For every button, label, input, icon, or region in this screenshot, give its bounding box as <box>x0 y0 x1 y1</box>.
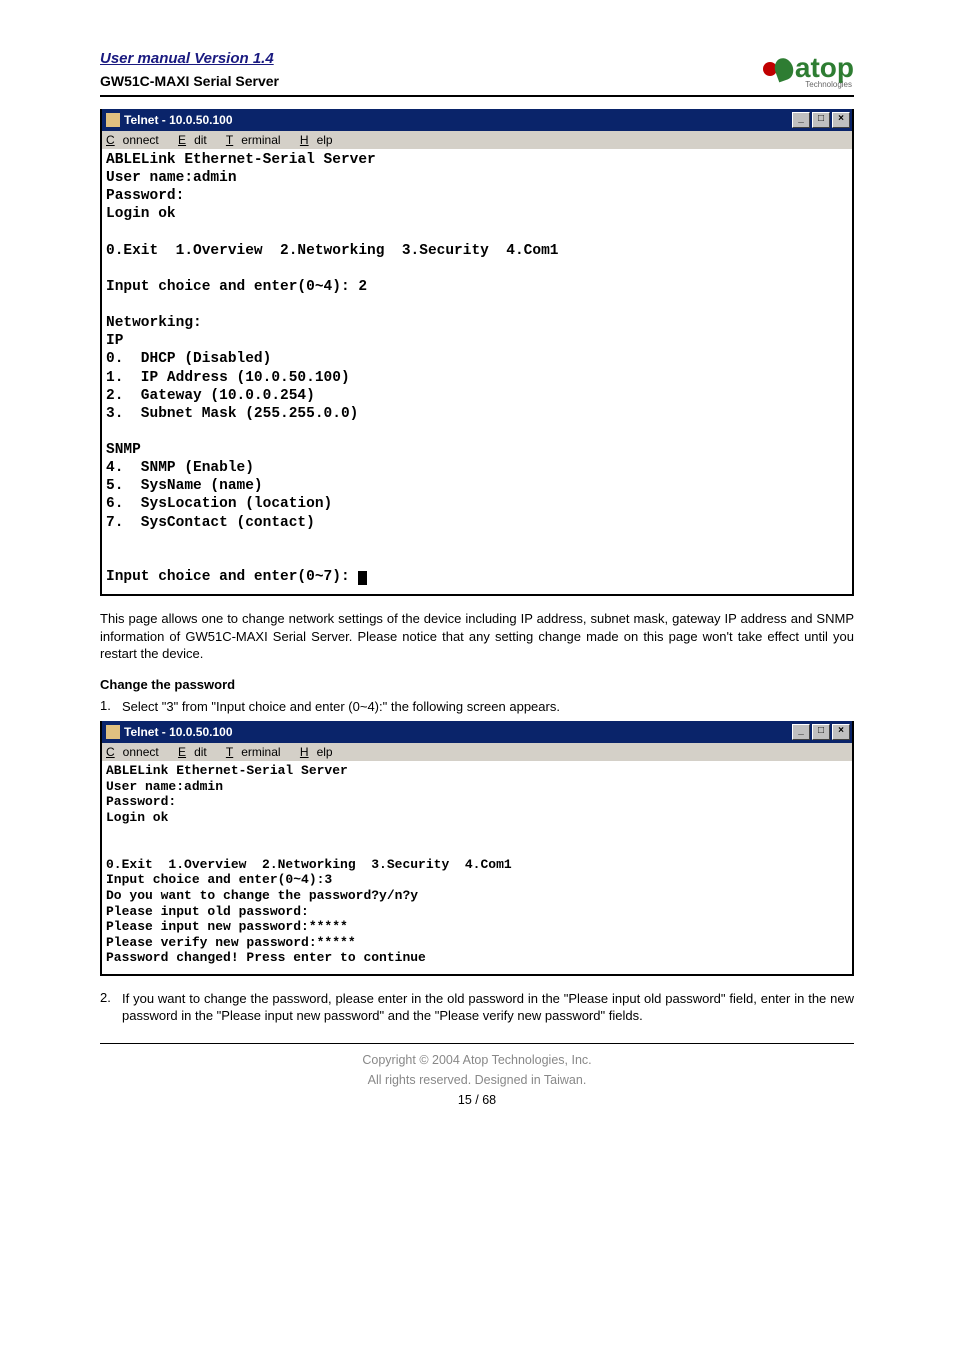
close-button[interactable]: × <box>832 724 850 740</box>
window-title: Telnet - 10.0.50.100 <box>124 725 233 739</box>
close-button[interactable]: × <box>832 112 850 128</box>
networking-description: This page allows one to change network s… <box>100 610 854 663</box>
menu-connect[interactable]: Connect <box>106 133 167 147</box>
menu-help[interactable]: Help <box>300 133 341 147</box>
window-title: Telnet - 10.0.50.100 <box>124 113 233 127</box>
manual-link: User manual Version 1.4 <box>100 50 761 67</box>
brand-logo: atop Technologies <box>761 54 854 89</box>
menu-bar: Connect Edit Terminal Help <box>102 743 852 761</box>
minimize-button[interactable]: _ <box>792 112 810 128</box>
page-header: User manual Version 1.4 GW51C-MAXI Seria… <box>100 50 854 97</box>
window-controls: _ □ × <box>792 112 850 128</box>
step-2: 2. If you want to change the password, p… <box>100 990 854 1025</box>
menu-connect[interactable]: Connect <box>106 745 167 759</box>
logo-text: atop <box>795 54 854 82</box>
section-heading: Change the password <box>100 677 854 692</box>
title-bar: Telnet - 10.0.50.100 _ □ × <box>102 721 852 743</box>
maximize-button[interactable]: □ <box>812 724 830 740</box>
terminal-output: ABLELink Ethernet-Serial Server User nam… <box>102 761 852 974</box>
terminal-output: ABLELink Ethernet-Serial Server User nam… <box>102 149 852 594</box>
menu-edit[interactable]: Edit <box>178 745 215 759</box>
window-icon <box>106 113 120 127</box>
header-divider <box>100 95 854 97</box>
footer-divider <box>100 1043 854 1044</box>
window-controls: _ □ × <box>792 724 850 740</box>
step-number: 2. <box>100 990 122 1025</box>
maximize-button[interactable]: □ <box>812 112 830 128</box>
minimize-button[interactable]: _ <box>792 724 810 740</box>
step-number: 1. <box>100 698 122 716</box>
logo-icon <box>761 56 793 88</box>
menu-help[interactable]: Help <box>300 745 341 759</box>
step-text: If you want to change the password, plea… <box>122 990 854 1025</box>
product-name: GW51C-MAXI Serial Server <box>100 73 761 89</box>
footer-copyright: Copyright © 2004 Atop Technologies, Inc. <box>100 1050 854 1070</box>
step-1: 1. Select "3" from "Input choice and ent… <box>100 698 854 716</box>
menu-terminal[interactable]: Terminal <box>226 133 289 147</box>
page-number: 15 / 68 <box>100 1090 854 1110</box>
menu-edit[interactable]: Edit <box>178 133 215 147</box>
window-icon <box>106 725 120 739</box>
telnet-window-password: Telnet - 10.0.50.100 _ □ × Connect Edit … <box>100 721 854 976</box>
menu-terminal[interactable]: Terminal <box>226 745 289 759</box>
step-text: Select "3" from "Input choice and enter … <box>122 698 854 716</box>
menu-bar: Connect Edit Terminal Help <box>102 131 852 149</box>
page-footer: Copyright © 2004 Atop Technologies, Inc.… <box>100 1050 854 1110</box>
title-bar: Telnet - 10.0.50.100 _ □ × <box>102 109 852 131</box>
telnet-window-networking: Telnet - 10.0.50.100 _ □ × Connect Edit … <box>100 109 854 596</box>
footer-rights: All rights reserved. Designed in Taiwan. <box>100 1070 854 1090</box>
